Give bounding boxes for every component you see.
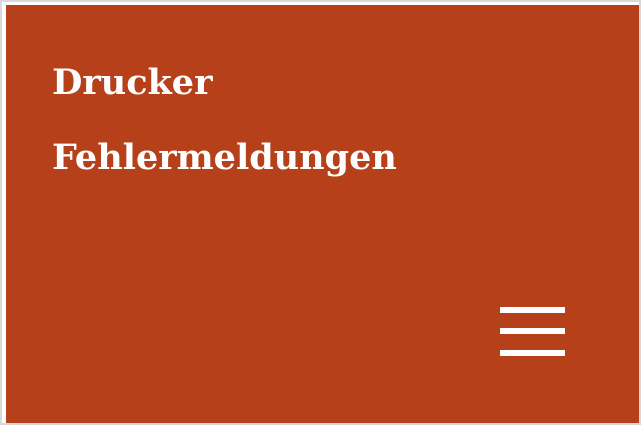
site-header: Drucker Fehlermeldungen bbox=[6, 5, 639, 423]
page-frame: Drucker Fehlermeldungen bbox=[0, 0, 641, 425]
hamburger-menu-icon bbox=[500, 307, 565, 313]
site-title-line-1: Drucker bbox=[52, 62, 213, 103]
hamburger-menu-icon-bar bbox=[500, 350, 565, 356]
menu-button[interactable] bbox=[500, 306, 568, 362]
hamburger-menu-icon-bar bbox=[500, 328, 565, 334]
site-title[interactable]: Drucker Fehlermeldungen bbox=[52, 59, 572, 209]
site-title-line-2: Fehlermeldungen bbox=[52, 137, 397, 178]
